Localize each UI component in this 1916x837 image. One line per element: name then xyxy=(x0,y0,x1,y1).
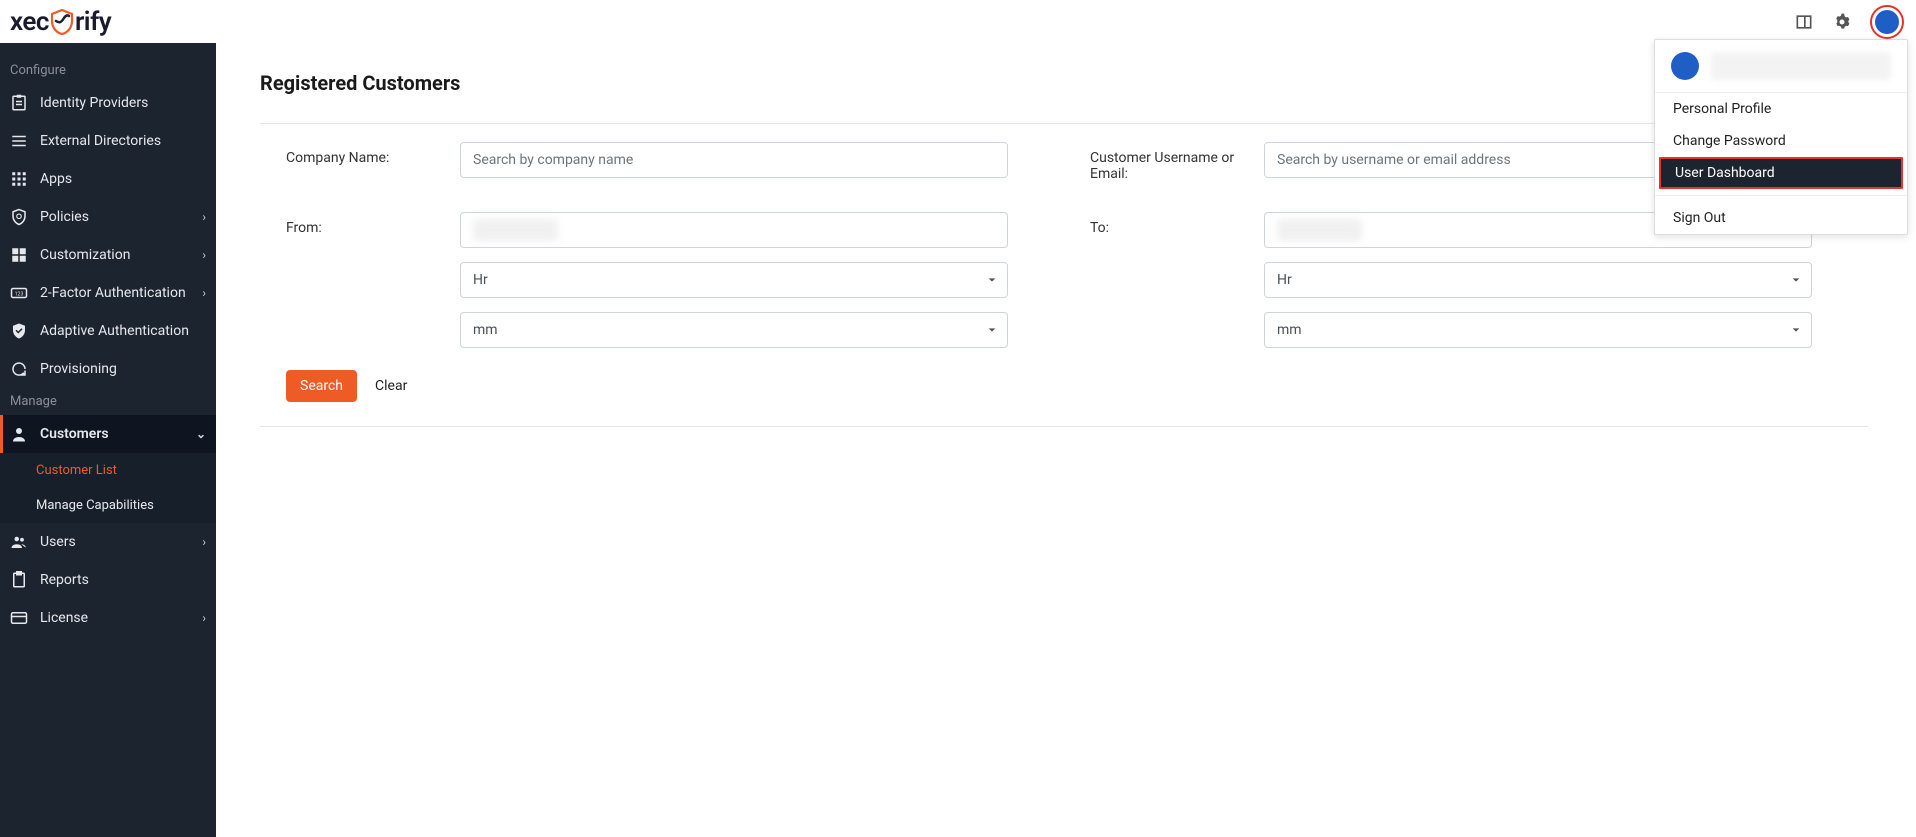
menu-sign-out[interactable]: Sign Out xyxy=(1655,202,1907,234)
sidebar-item-policies[interactable]: Policies › xyxy=(0,198,216,236)
menu-change-password[interactable]: Change Password xyxy=(1655,125,1907,157)
sidebar-item-identity-providers[interactable]: Identity Providers xyxy=(0,84,216,122)
card-icon xyxy=(10,609,28,627)
shield-cog-icon xyxy=(10,208,28,226)
list-icon xyxy=(10,132,28,150)
shield-icon xyxy=(50,9,74,35)
chevron-right-icon: › xyxy=(202,210,206,224)
from-label: From: xyxy=(260,212,460,248)
avatar-icon xyxy=(1873,8,1901,36)
page-header: Registered Customers Bulk Upload xyxy=(260,67,1868,124)
chevron-right-icon: › xyxy=(202,248,206,262)
sidebar-item-label: Adaptive Authentication xyxy=(40,323,189,339)
menu-user-dashboard[interactable]: User Dashboard xyxy=(1659,157,1903,189)
sidebar-section-configure: Configure xyxy=(0,57,216,84)
grid-icon xyxy=(10,170,28,188)
company-name-input[interactable] xyxy=(460,142,1008,178)
sidebar-item-users[interactable]: Users › xyxy=(0,523,216,561)
sidebar-item-customers[interactable]: Customers ⌄ xyxy=(0,415,216,453)
sidebar-item-label: License xyxy=(40,610,88,626)
username-email-label: Customer Username or Email: xyxy=(1064,142,1264,182)
chevron-right-icon: › xyxy=(202,611,206,625)
topbar: xec rify xyxy=(0,0,1916,43)
sidebar-item-reports[interactable]: Reports xyxy=(0,561,216,599)
chevron-right-icon: › xyxy=(202,535,206,549)
sidebar-item-label: Customization xyxy=(40,247,130,263)
book-icon[interactable] xyxy=(1794,12,1814,32)
chevron-right-icon: › xyxy=(202,286,206,300)
sidebar-item-label: 2-Factor Authentication xyxy=(40,285,186,301)
sidebar-item-label: Policies xyxy=(40,209,89,225)
sidebar-item-license[interactable]: License › xyxy=(0,599,216,637)
brand-logo: xec rify xyxy=(10,7,111,37)
to-minute-select[interactable]: mm xyxy=(1264,312,1812,348)
sync-icon xyxy=(10,360,28,378)
sidebar-item-label: Customers xyxy=(40,426,109,442)
digits-icon: 123 xyxy=(10,284,28,302)
sidebar-submenu-customers: Customer List Manage Capabilities xyxy=(0,453,216,523)
sidebar-item-customization[interactable]: Customization › xyxy=(0,236,216,274)
user-dropdown: Personal Profile Change Password User Da… xyxy=(1654,39,1908,235)
svg-text:123: 123 xyxy=(15,291,24,297)
from-hour-select[interactable]: Hr xyxy=(460,262,1008,298)
avatar-icon xyxy=(1671,52,1699,80)
search-button[interactable]: Search xyxy=(286,370,357,402)
brand-text-1: xec xyxy=(10,7,49,37)
company-name-label: Company Name: xyxy=(260,142,460,182)
menu-personal-profile[interactable]: Personal Profile xyxy=(1655,93,1907,125)
person-icon xyxy=(10,425,28,443)
avatar-button[interactable] xyxy=(1870,5,1904,39)
blocks-icon xyxy=(10,246,28,264)
clipboard-icon xyxy=(10,571,28,589)
sidebar-item-external-directories[interactable]: External Directories xyxy=(0,122,216,160)
sidebar-item-label: External Directories xyxy=(40,133,161,149)
sidebar-item-apps[interactable]: Apps xyxy=(0,160,216,198)
sidebar-item-provisioning[interactable]: Provisioning xyxy=(0,350,216,388)
to-hour-select[interactable]: Hr xyxy=(1264,262,1812,298)
topbar-actions xyxy=(1794,5,1904,39)
shield-check-icon xyxy=(10,322,28,340)
clear-button[interactable]: Clear xyxy=(375,378,407,394)
idp-icon xyxy=(10,94,28,112)
sidebar-section-manage: Manage xyxy=(0,388,216,415)
sidebar-item-2fa[interactable]: 123 2-Factor Authentication › xyxy=(0,274,216,312)
page-title: Registered Customers xyxy=(260,71,460,95)
chevron-down-icon: ⌄ xyxy=(196,427,206,441)
sidebar-subitem-manage-capabilities[interactable]: Manage Capabilities xyxy=(0,488,216,523)
sidebar-subitem-customer-list[interactable]: Customer List xyxy=(0,453,216,488)
brand-text-2: rify xyxy=(75,7,111,37)
sidebar: Configure Identity Providers External Di… xyxy=(0,43,216,837)
search-form: Company Name: Customer Username or Email… xyxy=(260,124,1868,427)
people-icon xyxy=(10,533,28,551)
gear-icon[interactable] xyxy=(1832,12,1852,32)
sidebar-item-label: Apps xyxy=(40,171,72,187)
sidebar-item-label: Provisioning xyxy=(40,361,117,377)
sidebar-item-label: Identity Providers xyxy=(40,95,148,111)
from-minute-select[interactable]: mm xyxy=(460,312,1008,348)
to-label: To: xyxy=(1064,212,1264,248)
sidebar-item-adaptive-auth[interactable]: Adaptive Authentication xyxy=(0,312,216,350)
sidebar-item-label: Users xyxy=(40,534,76,550)
dropdown-separator xyxy=(1655,195,1907,196)
from-date-input[interactable] xyxy=(460,212,1008,248)
dropdown-header xyxy=(1655,40,1907,93)
dropdown-username xyxy=(1711,52,1891,80)
sidebar-item-label: Reports xyxy=(40,572,89,588)
